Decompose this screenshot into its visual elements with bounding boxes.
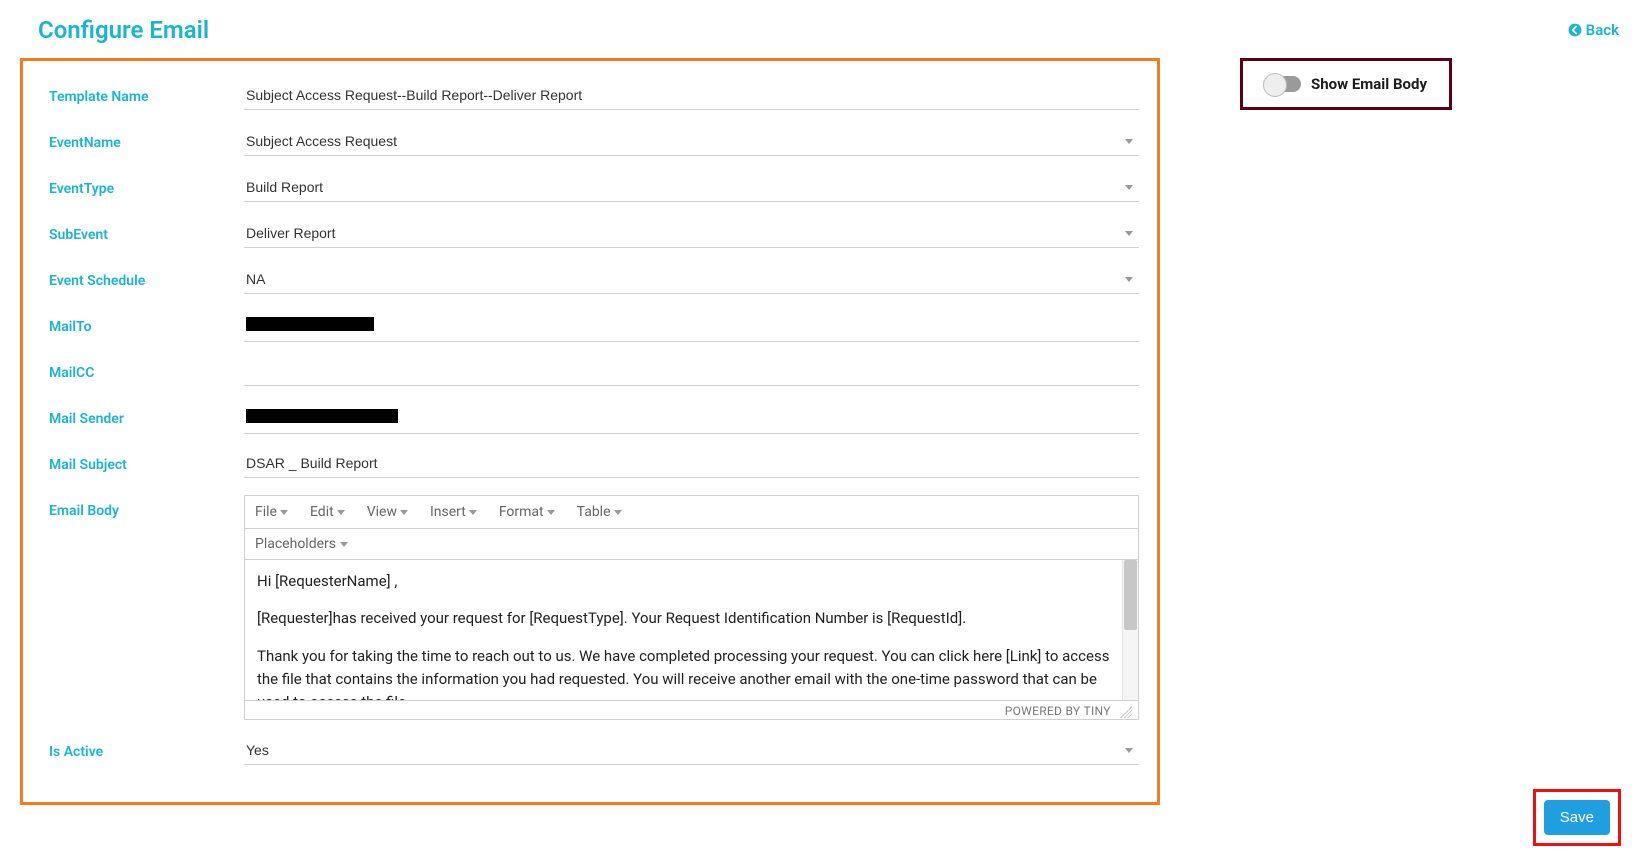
chevron-down-icon <box>340 542 348 547</box>
chevron-down-icon <box>400 510 408 515</box>
editor-menu-file[interactable]: File <box>255 504 288 520</box>
chevron-down-icon <box>280 510 288 515</box>
mail-subject-input[interactable] <box>244 449 1139 478</box>
save-highlight: Save <box>1533 789 1621 846</box>
chevron-down-icon <box>547 510 555 515</box>
label-sub-event: SubEvent <box>49 219 244 243</box>
show-email-body-panel: Show Email Body <box>1240 58 1452 110</box>
editor-menu-view[interactable]: View <box>367 504 408 520</box>
editor-content[interactable]: Hi [RequesterName] , [Requester]has rece… <box>245 560 1122 700</box>
editor-menu-format[interactable]: Format <box>499 504 555 520</box>
event-name-select[interactable] <box>244 127 1139 156</box>
is-active-select[interactable] <box>244 736 1139 765</box>
editor-paragraph: [Requester]has received your request for… <box>257 607 1110 630</box>
back-arrow-icon <box>1568 23 1582 37</box>
mail-cc-input[interactable] <box>244 357 1139 386</box>
form-panel: Template Name EventName EventType SubEve… <box>20 58 1160 805</box>
editor-menu-edit[interactable]: Edit <box>310 504 345 520</box>
label-template-name: Template Name <box>49 81 244 105</box>
label-mail-sender: Mail Sender <box>49 403 244 427</box>
label-mail-subject: Mail Subject <box>49 449 244 473</box>
sub-event-select[interactable] <box>244 219 1139 248</box>
editor-paragraph: Hi [RequesterName] , <box>257 570 1110 593</box>
chevron-down-icon <box>469 510 477 515</box>
event-type-select[interactable] <box>244 173 1139 202</box>
show-email-body-toggle[interactable] <box>1265 76 1301 92</box>
editor-resize-handle[interactable] <box>1120 706 1132 718</box>
editor-branding: POWERED BY TINY <box>1005 704 1111 718</box>
label-mail-cc: MailCC <box>49 357 244 381</box>
email-body-editor: File Edit View Insert Format Table Place… <box>244 495 1139 720</box>
back-label: Back <box>1586 21 1619 39</box>
editor-menubar: File Edit View Insert Format Table <box>245 496 1138 529</box>
page-title: Configure Email <box>38 16 209 44</box>
back-link[interactable]: Back <box>1568 21 1619 39</box>
save-button[interactable]: Save <box>1544 800 1610 835</box>
chevron-down-icon <box>614 510 622 515</box>
editor-placeholders-button[interactable]: Placeholders <box>255 536 348 552</box>
show-email-body-label: Show Email Body <box>1311 75 1427 93</box>
label-email-body: Email Body <box>49 495 244 519</box>
label-is-active: Is Active <box>49 736 244 760</box>
editor-paragraph: Thank you for taking the time to reach o… <box>257 645 1110 701</box>
redacted-text <box>246 409 398 423</box>
label-event-type: EventType <box>49 173 244 197</box>
chevron-down-icon <box>337 510 345 515</box>
template-name-input[interactable] <box>244 81 1139 110</box>
redacted-text <box>246 317 374 331</box>
editor-menu-table[interactable]: Table <box>577 504 622 520</box>
editor-scrollbar[interactable]: ▲ <box>1122 560 1138 700</box>
label-event-schedule: Event Schedule <box>49 265 244 289</box>
mail-sender-input[interactable] <box>244 403 1139 434</box>
label-mail-to: MailTo <box>49 311 244 335</box>
mail-to-input[interactable] <box>244 311 1139 342</box>
event-schedule-select[interactable] <box>244 265 1139 294</box>
editor-footer: POWERED BY TINY <box>245 700 1138 719</box>
label-event-name: EventName <box>49 127 244 151</box>
scroll-thumb[interactable] <box>1124 560 1137 630</box>
editor-menu-insert[interactable]: Insert <box>430 504 477 520</box>
